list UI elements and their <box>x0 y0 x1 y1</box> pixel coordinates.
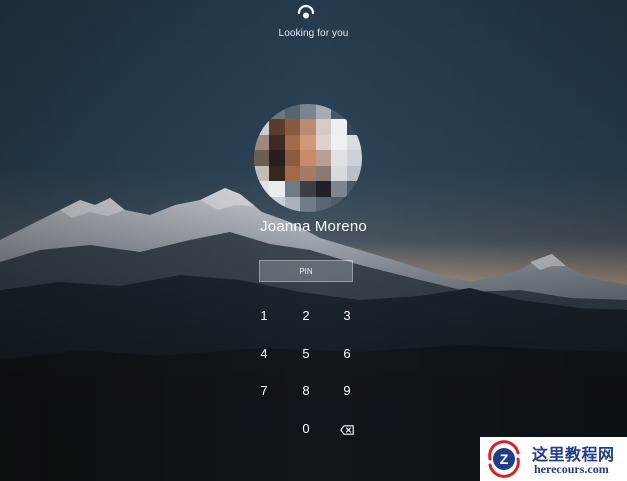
keypad-key-3[interactable]: 3 <box>330 302 364 330</box>
user-name: Joanna Moreno <box>260 218 367 235</box>
lock-screen: Looking for you Joanna Moreno 1 2 3 4 5 … <box>0 0 627 481</box>
watermark-logo-icon: Z <box>488 440 520 478</box>
face-recognition-status: Looking for you <box>278 28 349 39</box>
backspace-icon <box>340 424 354 435</box>
keypad-key-9[interactable]: 9 <box>330 377 364 405</box>
keypad-key-0[interactable]: 0 <box>289 415 323 443</box>
keypad-key-8[interactable]: 8 <box>289 377 323 405</box>
keypad-backspace-button[interactable] <box>330 415 364 443</box>
watermark-url: herecours.com <box>534 462 609 476</box>
keypad-key-1[interactable]: 1 <box>247 302 281 330</box>
mountain-background <box>0 0 627 481</box>
keypad-key-6[interactable]: 6 <box>330 340 364 368</box>
pin-input[interactable] <box>259 260 353 282</box>
keypad-key-4[interactable]: 4 <box>247 340 281 368</box>
site-watermark: Z 这里教程网 herecours.com <box>480 437 627 481</box>
user-avatar <box>254 104 362 212</box>
keypad-key-2[interactable]: 2 <box>289 302 323 330</box>
keypad-key-5[interactable]: 5 <box>289 340 323 368</box>
face-scan-icon <box>297 4 315 19</box>
keypad-key-7[interactable]: 7 <box>247 377 281 405</box>
watermark-logo-letter: Z <box>500 451 509 467</box>
